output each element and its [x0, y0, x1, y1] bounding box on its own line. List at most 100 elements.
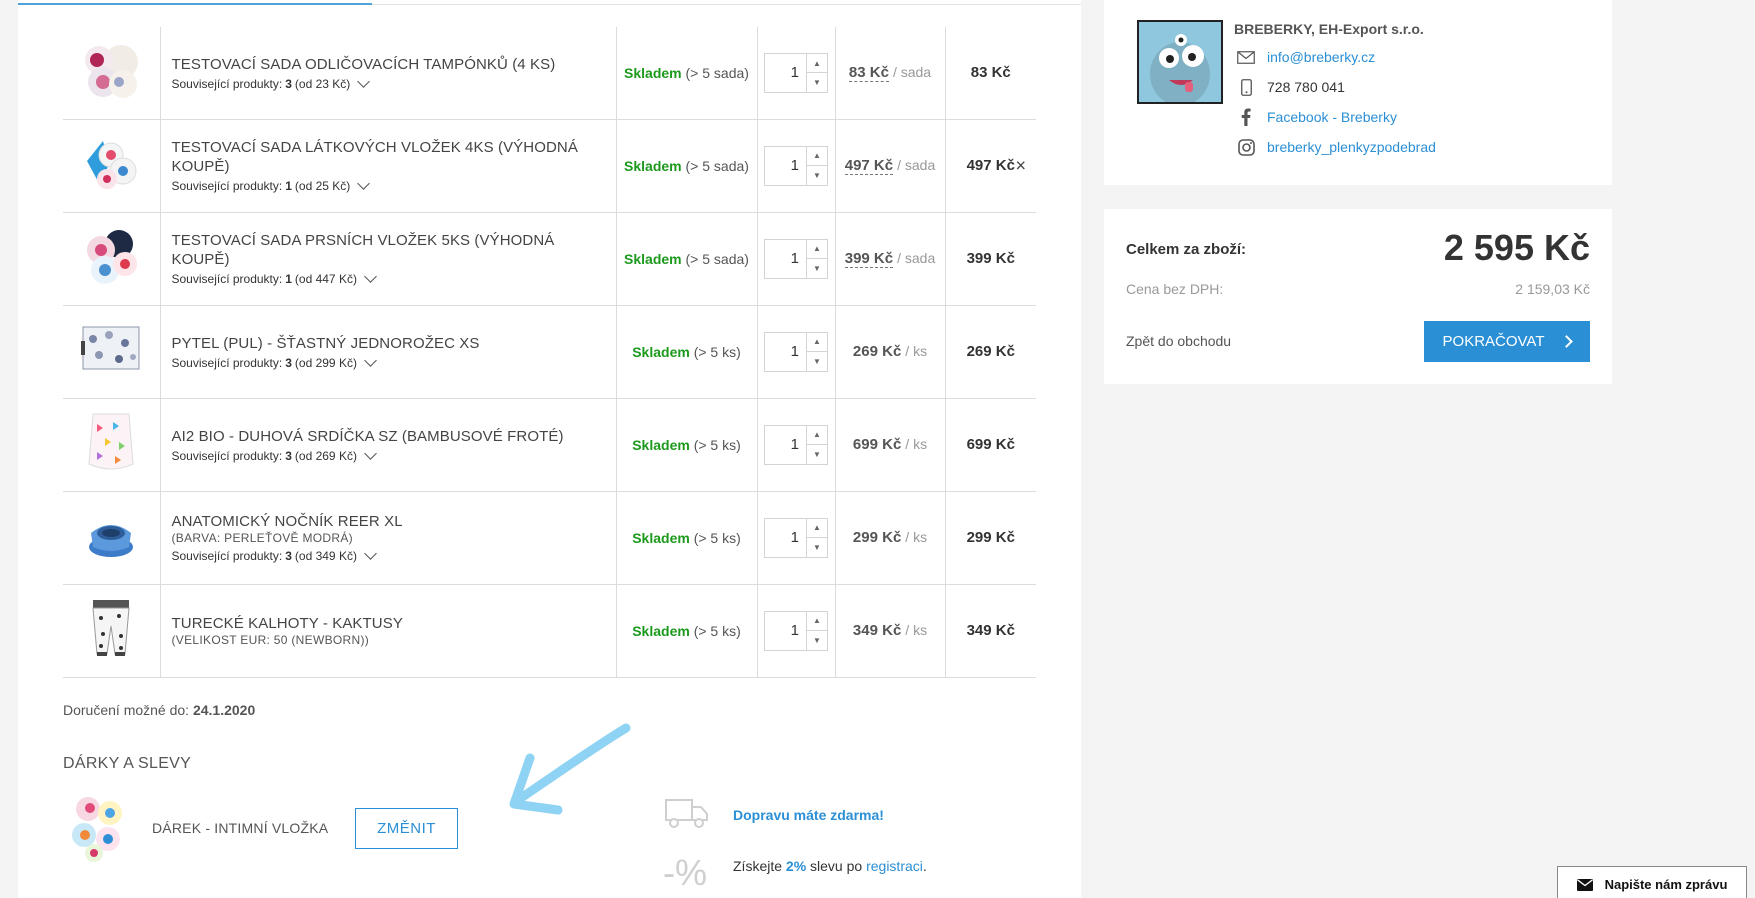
- envelope-icon: [1576, 878, 1593, 891]
- email-link[interactable]: info@breberky.cz: [1267, 49, 1375, 65]
- contact-email-row: info@breberky.cz: [1237, 48, 1375, 66]
- product-thumbnail-cell: [63, 212, 161, 306]
- product-image[interactable]: [79, 131, 143, 195]
- related-count: 3: [285, 355, 292, 370]
- product-name[interactable]: PYTEL (PUL) - ŠŤASTNÝ JEDNOROŽEC XS: [172, 334, 616, 353]
- order-summary: Celkem za zboží: 2 595 Kč Cena bez DPH: …: [1104, 209, 1612, 384]
- quantity-input[interactable]: 1: [765, 147, 806, 185]
- decrease-quantity-icon[interactable]: ▼: [807, 631, 827, 650]
- stock-cell: Skladem (> 5 sada): [616, 27, 758, 120]
- product-name[interactable]: TESTOVACÍ SADA PRSNÍCH VLOŽEK 5KS (VÝHOD…: [172, 231, 616, 269]
- related-products-toggle[interactable]: Související produkty: 3 (od 349 Kč): [172, 547, 616, 563]
- decrease-quantity-icon[interactable]: ▼: [807, 445, 827, 464]
- product-name[interactable]: TESTOVACÍ SADA ODLIČOVACÍCH TAMPÓNKŮ (4 …: [172, 55, 616, 74]
- stock-detail: (> 5 sada): [685, 157, 749, 174]
- quantity-stepper[interactable]: 1 ▲ ▼: [764, 331, 828, 372]
- related-count: 1: [285, 179, 292, 193]
- unit-price-cell: 83 Kč / sada: [835, 27, 946, 120]
- unit-price: 83 Kč: [848, 64, 889, 83]
- product-image[interactable]: [79, 503, 143, 567]
- quantity-input[interactable]: 1: [765, 519, 806, 557]
- change-gift-button[interactable]: ZMĚNIT: [355, 808, 458, 849]
- line-total-cell: 699 Kč: [945, 398, 1036, 492]
- increase-quantity-icon[interactable]: ▲: [807, 426, 827, 445]
- product-name[interactable]: TURECKÉ KALHOTY - KAKTUSY: [172, 614, 616, 633]
- stock-status: Skladem: [632, 529, 690, 546]
- contact-phone-row: 728 780 041: [1237, 78, 1345, 96]
- quantity-stepper[interactable]: 1 ▲ ▼: [764, 424, 828, 465]
- related-products-toggle[interactable]: Související produkty: 3 (od 23 Kč): [172, 74, 616, 91]
- related-products-toggle[interactable]: Související produkty: 1 (od 25 Kč): [172, 177, 616, 193]
- facebook-link[interactable]: Facebook - Breberky: [1267, 109, 1397, 125]
- stock-cell: Skladem (> 5 sada): [616, 212, 758, 306]
- gift-image: [68, 795, 128, 863]
- registration-link[interactable]: registraci: [866, 858, 923, 874]
- quantity-input[interactable]: 1: [765, 54, 806, 92]
- stock-cell: Skladem (> 5 ks): [616, 491, 758, 585]
- quantity-input[interactable]: 1: [765, 333, 806, 371]
- related-products-toggle[interactable]: Související produkty: 3 (od 299 Kč): [172, 353, 616, 370]
- remove-item-icon[interactable]: ×: [1015, 155, 1026, 176]
- stock-status: Skladem: [632, 436, 690, 453]
- unit-label: / ks: [905, 529, 928, 545]
- line-total-cell: 497 Kč ×: [945, 119, 1036, 213]
- quantity-cell: 1 ▲ ▼: [757, 398, 836, 492]
- quantity-stepper[interactable]: 1 ▲ ▼: [764, 52, 828, 93]
- quantity-stepper[interactable]: 1 ▲ ▼: [764, 238, 828, 279]
- increase-quantity-icon[interactable]: ▲: [807, 54, 827, 74]
- decrease-quantity-icon[interactable]: ▼: [807, 259, 827, 278]
- cart-row: ANATOMICKÝ NOČNÍK REER XL (BARVA: PERLEŤO…: [63, 491, 1036, 585]
- chevron-right-icon: [1560, 335, 1574, 348]
- line-total-cell: 399 Kč: [945, 212, 1036, 306]
- cart-main-panel: TESTOVACÍ SADA ODLIČOVACÍCH TAMPÓNKŮ (4 …: [18, 0, 1081, 898]
- product-name[interactable]: AI2 BIO - DUHOVÁ SRDÍČKA SZ (BAMBUSOVÉ F…: [172, 427, 616, 446]
- decrease-quantity-icon[interactable]: ▼: [807, 73, 827, 92]
- chevron-down-icon: [364, 353, 377, 367]
- unit-price-cell: 399 Kč / sada: [835, 212, 946, 306]
- quantity-stepper[interactable]: 1 ▲ ▼: [764, 145, 828, 186]
- chevron-down-icon: [364, 446, 377, 460]
- cart-row: TESTOVACÍ SADA ODLIČOVACÍCH TAMPÓNKŮ (4 …: [63, 27, 1036, 120]
- increase-quantity-icon[interactable]: ▲: [807, 240, 827, 259]
- increase-quantity-icon[interactable]: ▲: [807, 612, 827, 631]
- increase-quantity-icon[interactable]: ▲: [807, 147, 827, 166]
- stock-status: Skladem: [624, 64, 682, 81]
- unit-price-cell: 299 Kč / ks: [835, 491, 946, 585]
- product-thumbnail-cell: [63, 491, 161, 585]
- stock-cell: Skladem (> 5 ks): [616, 398, 758, 492]
- contact-facebook-row: Facebook - Breberky: [1237, 108, 1397, 126]
- quantity-cell: 1 ▲ ▼: [757, 27, 836, 120]
- chevron-down-icon: [364, 270, 377, 283]
- decrease-quantity-icon[interactable]: ▼: [807, 538, 827, 557]
- back-to-shop-link[interactable]: Zpět do obchodu: [1126, 333, 1231, 349]
- increase-quantity-icon[interactable]: ▲: [807, 519, 827, 538]
- product-name[interactable]: TESTOVACÍ SADA LÁTKOVÝCH VLOŽEK 4KS (VÝH…: [172, 138, 616, 176]
- product-image[interactable]: [79, 317, 143, 381]
- unit-price-cell: 349 Kč / ks: [835, 584, 946, 678]
- unit-label: / ks: [905, 343, 928, 359]
- chat-button[interactable]: Napište nám zprávu: [1557, 866, 1747, 898]
- product-image[interactable]: [79, 410, 143, 474]
- increase-quantity-icon[interactable]: ▲: [807, 333, 827, 352]
- chevron-down-icon: [357, 177, 371, 190]
- unit-price: 269 Kč: [852, 343, 902, 360]
- quantity-input[interactable]: 1: [765, 426, 806, 464]
- related-products-toggle[interactable]: Související produkty: 1 (od 447 Kč): [172, 270, 616, 286]
- product-image[interactable]: [79, 38, 143, 102]
- quantity-input[interactable]: 1: [765, 240, 806, 278]
- product-image[interactable]: [79, 224, 143, 288]
- instagram-link[interactable]: breberky_plenkyzpodebrad: [1267, 139, 1436, 155]
- related-products-toggle[interactable]: Související produkty: 3 (od 269 Kč): [172, 446, 616, 463]
- quantity-stepper[interactable]: 1 ▲ ▼: [764, 517, 828, 558]
- continue-button[interactable]: POKRAČOVAT: [1424, 321, 1590, 362]
- quantity-stepper[interactable]: 1 ▲ ▼: [764, 610, 828, 651]
- product-image[interactable]: [79, 596, 143, 660]
- decrease-quantity-icon[interactable]: ▼: [807, 352, 827, 371]
- line-total: 497 Kč: [966, 157, 1015, 174]
- product-name[interactable]: ANATOMICKÝ NOČNÍK REER XL: [172, 512, 616, 531]
- delivery-label: Doručení možné do:: [63, 702, 190, 718]
- unit-label: / ks: [905, 436, 928, 452]
- decrease-quantity-icon[interactable]: ▼: [807, 166, 827, 185]
- quantity-input[interactable]: 1: [765, 612, 806, 650]
- unit-price-cell: 269 Kč / ks: [835, 305, 946, 399]
